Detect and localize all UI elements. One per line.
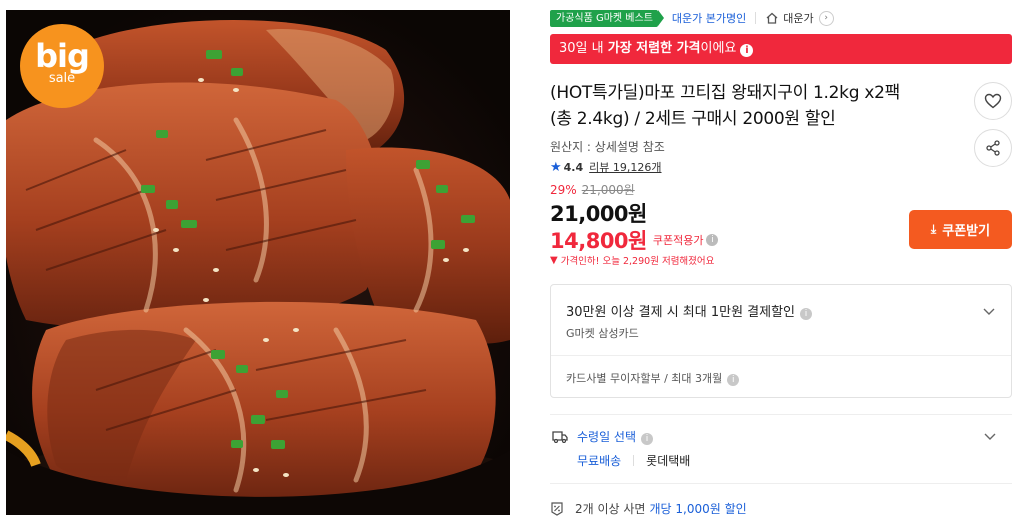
arrow-down-icon: ▼ bbox=[550, 254, 558, 266]
coupon-applied-label: 쿠폰적용가 bbox=[652, 234, 704, 247]
info-icon[interactable]: i bbox=[727, 374, 740, 386]
get-coupon-label: 쿠폰받기 bbox=[942, 224, 991, 239]
carrier-name: 롯데택배 bbox=[646, 454, 691, 468]
shipping-methods: 무료배송 롯데택배 bbox=[577, 452, 690, 469]
wishlist-button[interactable] bbox=[974, 82, 1012, 120]
discount-tag-icon bbox=[551, 501, 563, 516]
banner-suffix: 이에요 bbox=[700, 41, 737, 56]
chevron-down-icon[interactable] bbox=[984, 430, 996, 442]
delivery-date-select[interactable]: 수령일 선택 bbox=[577, 430, 636, 444]
bulk-discount-prefix: 2개 이상 사면 bbox=[575, 502, 646, 516]
info-icon[interactable]: i bbox=[706, 234, 719, 246]
discount-line: 29% 21,000원 bbox=[550, 181, 635, 198]
info-icon[interactable]: i bbox=[641, 433, 654, 445]
divider bbox=[755, 12, 757, 24]
store-link[interactable]: 대운가 bbox=[783, 10, 813, 26]
divider bbox=[550, 483, 1012, 484]
heart-icon bbox=[984, 93, 1002, 109]
get-coupon-button[interactable]: ⤓ 쿠폰받기 bbox=[909, 210, 1012, 249]
info-icon[interactable]: i bbox=[740, 44, 754, 57]
big-sale-badge: big sale bbox=[20, 24, 104, 108]
product-title-line1: (HOT특가딜)마포 끄티집 왕돼지구이 1.2kg x2팩 bbox=[550, 83, 900, 103]
coupon-price: 14,800원 bbox=[550, 229, 647, 253]
free-shipping: 무료배송 bbox=[577, 454, 622, 468]
installment-row: 카드사별 무이자할부 / 최대 3개월 i bbox=[566, 370, 740, 386]
bulk-discount-highlight: 개당 1,000원 할인 bbox=[649, 502, 747, 516]
best-category-badge[interactable]: 가공식품 G마켓 베스트 bbox=[550, 9, 664, 27]
divider bbox=[551, 355, 1011, 356]
rating-row: ★ 4.4 리뷰 19,126개 bbox=[550, 159, 662, 175]
payment-headline: 30만원 이상 결제 시 최대 1만원 결제할인 bbox=[566, 305, 796, 320]
banner-prefix: 30일 내 bbox=[559, 41, 608, 56]
big-sale-big-text: big bbox=[35, 37, 90, 75]
share-icon bbox=[986, 140, 1000, 156]
seller-link[interactable]: 대운가 본가명인 bbox=[672, 10, 746, 26]
coupon-price-row: 14,800원 쿠폰적용가 i bbox=[550, 225, 719, 255]
origin-info: 원산지 : 상세설명 참조 bbox=[550, 140, 665, 154]
star-icon: ★ bbox=[550, 159, 562, 175]
product-image[interactable]: big sale bbox=[6, 10, 510, 515]
discount-rate: 29% bbox=[550, 183, 577, 197]
chevron-down-icon[interactable] bbox=[983, 305, 995, 317]
price-drop-text: 가격인하! 오늘 2,290원 저렴해졌어요 bbox=[560, 256, 715, 267]
download-icon: ⤓ bbox=[930, 222, 937, 236]
share-button[interactable] bbox=[974, 129, 1012, 167]
chevron-right-icon[interactable]: › bbox=[818, 10, 834, 26]
banner-emphasis: 가장 저렴한 가격 bbox=[607, 41, 701, 56]
rating-score: 4.4 bbox=[563, 160, 584, 174]
original-price: 21,000원 bbox=[581, 183, 635, 197]
payment-card-name: G마켓 삼성카드 bbox=[566, 327, 639, 340]
info-icon[interactable]: i bbox=[800, 308, 813, 320]
truck-icon bbox=[552, 431, 568, 443]
delivery-date-row: 수령일 선택 i bbox=[577, 428, 654, 445]
product-title: (HOT특가딜)마포 끄티집 왕돼지구이 1.2kg x2팩 (총 2.4kg)… bbox=[550, 80, 950, 132]
breadcrumb: 가공식품 G마켓 베스트 대운가 본가명인 대운가 › bbox=[550, 9, 834, 27]
payment-headline-row: 30만원 이상 결제 시 최대 1만원 결제할인 i bbox=[566, 301, 813, 320]
sale-price: 21,000원 bbox=[550, 202, 647, 226]
payment-benefit-card[interactable]: 30만원 이상 결제 시 최대 1만원 결제할인 i G마켓 삼성카드 카드사별 … bbox=[550, 284, 1012, 398]
installment-text: 카드사별 무이자할부 / 최대 3개월 bbox=[566, 372, 723, 385]
lowest-price-banner: 30일 내 가장 저렴한 가격이에요 i bbox=[550, 34, 1012, 64]
divider bbox=[550, 414, 1012, 415]
big-sale-small-text: sale bbox=[48, 71, 76, 86]
price-drop-notice: ▼ 가격인하! 오늘 2,290원 저렴해졌어요 bbox=[550, 253, 715, 268]
home-icon bbox=[766, 12, 778, 24]
bulk-discount-row: 2개 이상 사면 개당 1,000원 할인 bbox=[550, 500, 747, 517]
product-title-line2: (총 2.4kg) / 2세트 구매시 2000원 할인 bbox=[550, 109, 836, 129]
review-count-link[interactable]: 리뷰 19,126개 bbox=[589, 159, 661, 175]
divider bbox=[633, 455, 635, 466]
